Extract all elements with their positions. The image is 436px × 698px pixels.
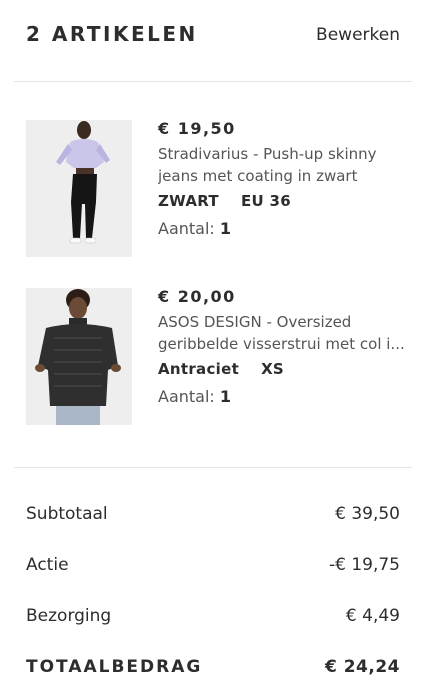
cart-item[interactable]: € 20,00 ASOS DESIGN - Oversized geribbel…	[26, 287, 416, 426]
edit-button[interactable]: Bewerken	[316, 25, 400, 45]
item-price: € 19,50	[158, 119, 236, 138]
item-description[interactable]: ASOS DESIGN - Oversized geribbelde visse…	[158, 311, 408, 355]
item-color: Antraciet	[158, 360, 240, 378]
product-image[interactable]	[26, 288, 132, 425]
item-quantity: Aantal: 1	[158, 218, 408, 240]
item-attributes: Antraciet XS	[158, 358, 408, 380]
discount-label: Actie	[26, 555, 69, 575]
delivery-value: € 4,49	[345, 606, 400, 626]
quantity-value: 1	[219, 387, 232, 406]
item-size: XS	[261, 360, 285, 378]
item-info: € 20,00 ASOS DESIGN - Oversized geribbel…	[158, 287, 408, 408]
item-attributes: ZWART EU 36	[158, 190, 408, 212]
divider	[14, 467, 412, 468]
item-quantity: Aantal: 1	[158, 386, 408, 408]
discount-value: -€ 19,75	[328, 555, 400, 575]
quantity-label: Aantal:	[158, 387, 215, 406]
quantity-label: Aantal:	[158, 219, 215, 238]
quantity-value: 1	[219, 219, 232, 238]
item-name-line: ASOS DESIGN - Oversized	[158, 313, 352, 331]
product-photo-jeans-icon	[26, 120, 132, 257]
total-label: TOTAALBEDRAG	[26, 657, 203, 677]
item-info: € 19,50 Stradivarius - Push-up skinny je…	[158, 119, 408, 240]
total-value: € 24,24	[324, 657, 400, 677]
item-size: EU 36	[240, 192, 291, 210]
divider	[14, 81, 412, 82]
subtotal-value: € 39,50	[335, 504, 400, 524]
cart-item[interactable]: € 19,50 Stradivarius - Push-up skinny je…	[26, 119, 416, 258]
delivery-label: Bezorging	[26, 606, 112, 626]
cart-title: 2 ARTIKELEN	[26, 22, 198, 46]
item-name-line: Stradivarius - Push-up skinny	[158, 145, 377, 163]
subtotal-row: Subtotaal € 39,50	[26, 504, 400, 528]
item-price: € 20,00	[158, 287, 236, 306]
discount-row: Actie -€ 19,75	[26, 555, 400, 579]
product-photo-sweater-icon	[26, 288, 132, 425]
item-name-line: jeans met coating in zwart	[158, 167, 358, 185]
delivery-row: Bezorging € 4,49	[26, 606, 400, 630]
product-image[interactable]	[26, 120, 132, 257]
subtotal-label: Subtotaal	[26, 504, 108, 524]
item-color: ZWART	[158, 192, 219, 210]
item-description[interactable]: Stradivarius - Push-up skinny jeans met …	[158, 143, 408, 187]
cart-header: 2 ARTIKELEN Bewerken	[0, 0, 436, 82]
item-name-line: geribbelde visserstrui met col i...	[158, 335, 405, 353]
total-row: TOTAALBEDRAG € 24,24	[26, 657, 400, 681]
